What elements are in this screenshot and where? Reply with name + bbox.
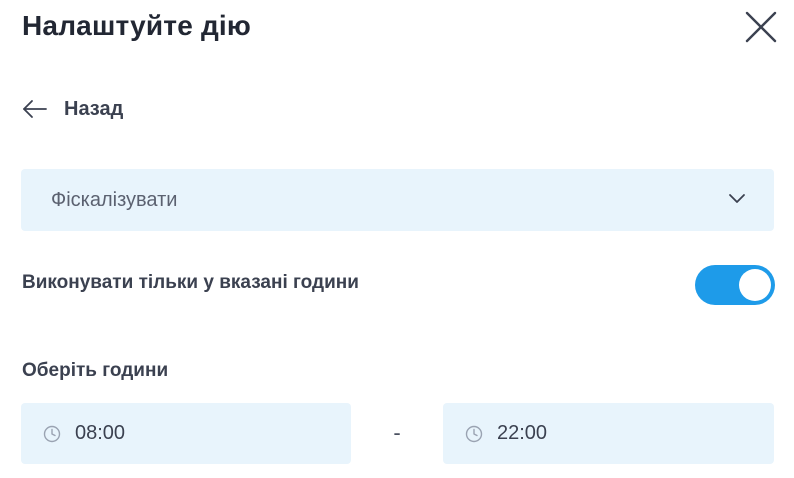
dialog-title: Налаштуйте дію <box>22 10 252 41</box>
time-from-value: 08:00 <box>75 422 126 444</box>
action-select[interactable]: Фіскалізувати <box>21 169 774 231</box>
configure-action-dialog: Налаштуйте дію Назад Фіскалізувати Викон… <box>0 0 794 478</box>
time-from-input[interactable]: 08:00 <box>21 403 351 464</box>
hours-label: Оберіть години <box>22 360 169 381</box>
chevron-down-icon <box>729 194 745 203</box>
close-icon <box>745 11 777 43</box>
close-button[interactable] <box>742 8 780 46</box>
back-button[interactable]: Назад <box>22 94 123 124</box>
action-select-value: Фіскалізувати <box>51 188 178 211</box>
schedule-toggle-label: Виконувати тільки у вказані години <box>22 272 359 293</box>
back-label: Назад <box>64 97 124 120</box>
clock-icon <box>43 425 61 442</box>
time-to-input[interactable]: 22:00 <box>443 403 774 464</box>
time-range-separator: - <box>393 420 401 445</box>
schedule-toggle[interactable] <box>695 265 775 305</box>
clock-icon <box>465 425 483 442</box>
toggle-knob <box>739 269 771 301</box>
arrow-left-icon <box>23 100 47 118</box>
time-to-value: 22:00 <box>497 422 548 444</box>
